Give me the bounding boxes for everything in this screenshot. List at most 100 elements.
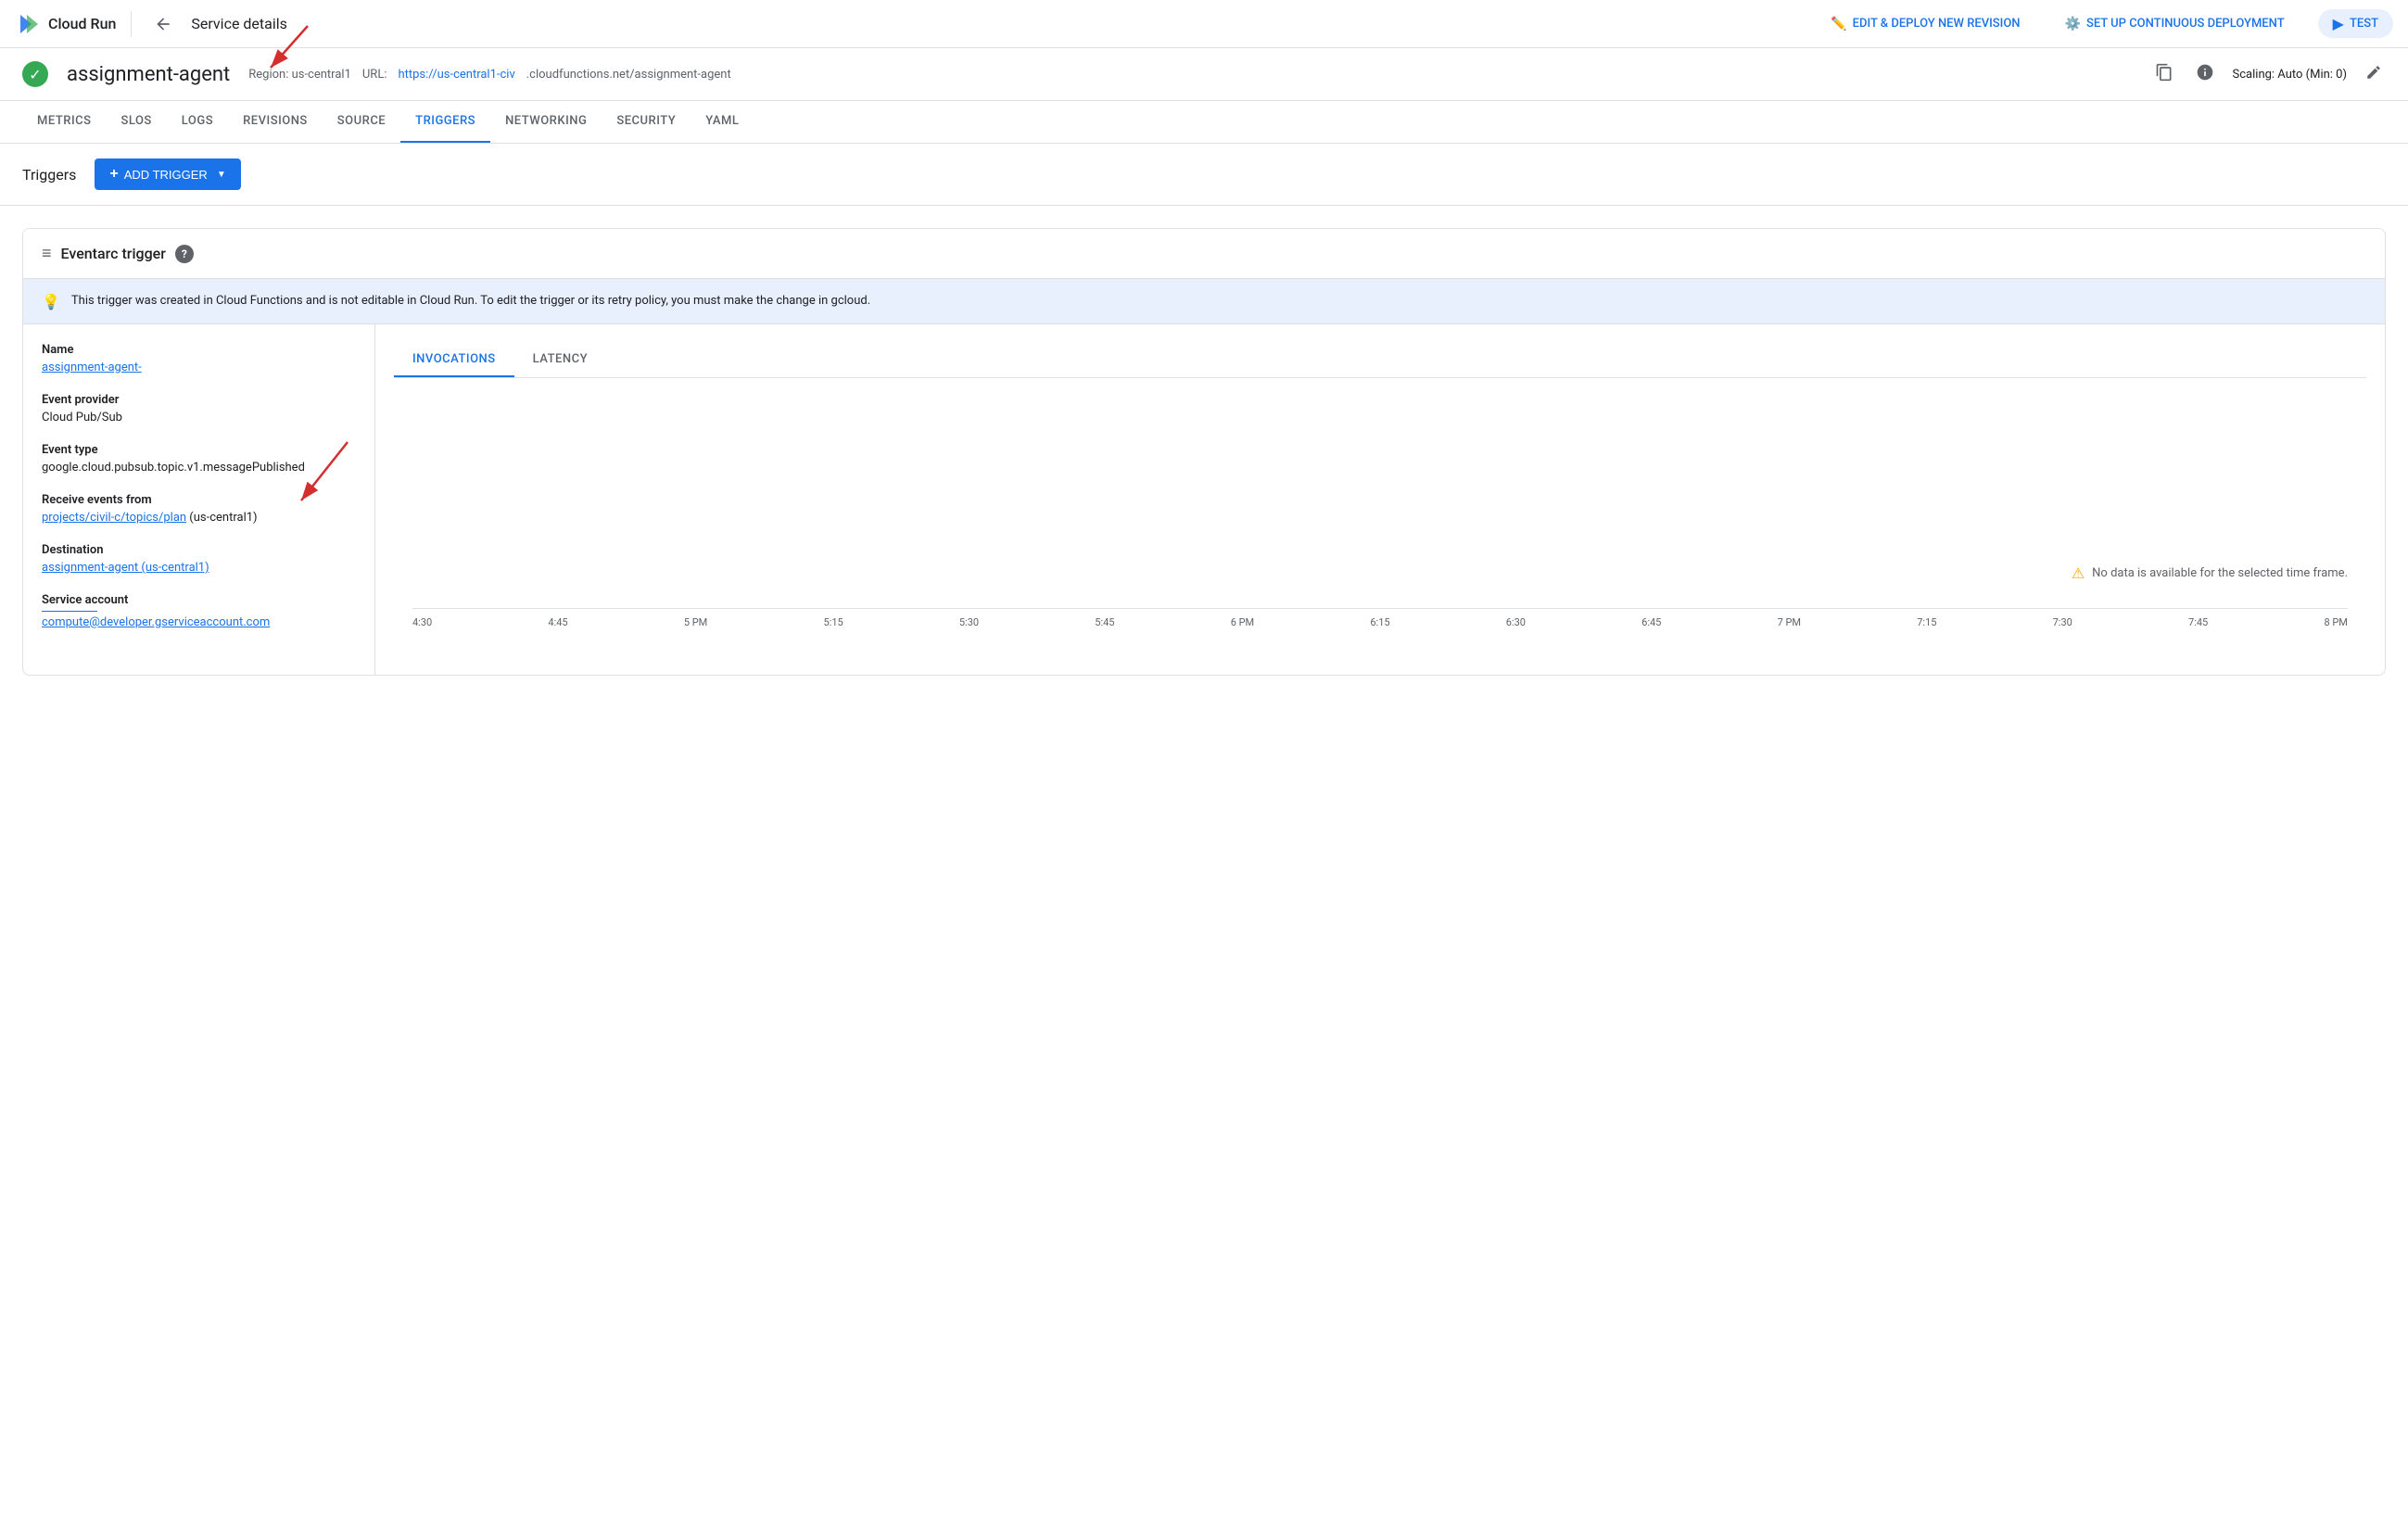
name-value[interactable]: assignment-agent- [42,361,142,374]
add-trigger-label: ADD TRIGGER [124,168,208,182]
chart-tab-latency[interactable]: LATENCY [514,343,606,377]
trigger-panel-title: Eventarc trigger [61,245,166,262]
event-provider-label: Event provider [42,393,356,407]
service-header: ✓ assignment-agent Region: us-central1 U… [0,48,2408,101]
time-label-2: 5 PM [684,616,707,628]
tab-triggers[interactable]: TRIGGERS [400,101,490,143]
info-banner: 💡 This trigger was created in Cloud Func… [23,279,2385,324]
list-format-icon: ≡ [42,244,52,263]
tab-security[interactable]: SECURITY [602,101,691,143]
tab-metrics[interactable]: METRICS [22,101,106,143]
event-provider-value: Cloud Pub/Sub [42,411,356,424]
event-type-value: google.cloud.pubsub.topic.v1.messagePubl… [42,461,356,475]
app-logo: Cloud Run [15,11,116,37]
url-suffix: .cloudfunctions.net/assignment-agent [526,68,731,82]
detail-event-type: Event type google.cloud.pubsub.topic.v1.… [42,443,356,475]
time-label-12: 7:30 [2053,616,2072,628]
time-label-11: 7:15 [1917,616,1936,628]
time-label-8: 6:30 [1506,616,1526,628]
tab-slos[interactable]: SLOS [106,101,166,143]
service-account-label: Service account [42,593,356,607]
destination-label: Destination [42,543,356,557]
receive-events-label: Receive events from [42,493,356,507]
destination-value[interactable]: assignment-agent (us-central1) [42,561,209,575]
time-label-4: 5:30 [959,616,979,628]
nav-divider [131,11,132,37]
time-label-13: 7:45 [2188,616,2208,628]
chart-tab-invocations[interactable]: INVOCATIONS [394,343,514,377]
test-button[interactable]: ▶ TEST [2318,9,2393,38]
continuous-deploy-button[interactable]: ⚙️ SET UP CONTINUOUS DEPLOYMENT [2054,9,2296,39]
plus-icon: + [109,166,118,183]
receive-events-value: projects/civil-c/topics/plan (us-central… [42,511,356,525]
eventarc-trigger-panel: ≡ Eventarc trigger ? 💡 This trigger was … [22,228,2386,676]
trigger-details: Name assignment-agent- Event provider Cl… [23,324,375,675]
tab-yaml[interactable]: YAML [691,101,754,143]
service-url[interactable]: https://us-central1-civ [398,68,514,82]
detail-name: Name assignment-agent- [42,343,356,374]
service-account-value[interactable]: compute@developer.gserviceaccount.com [42,615,270,629]
receive-events-suffix: (us-central1) [186,511,258,525]
header-actions: Scaling: Auto (Min: 0) [2151,59,2386,89]
chart-x-axis: 4:30 4:45 5 PM 5:15 5:30 5:45 6 PM 6:15 … [412,608,2348,628]
detail-event-provider: Event provider Cloud Pub/Sub [42,393,356,424]
bulb-icon: 💡 [42,293,60,310]
edit-scaling-icon[interactable] [2362,60,2386,88]
region-label: Region: us-central1 [248,68,351,82]
time-label-9: 6:45 [1641,616,1661,628]
triggers-section-title: Triggers [22,166,76,184]
name-label: Name [42,343,356,357]
scaling-label: Scaling: Auto (Min: 0) [2233,68,2347,82]
time-label-6: 6 PM [1231,616,1254,628]
info-banner-text: This trigger was created in Cloud Functi… [71,292,870,310]
chart-area: INVOCATIONS LATENCY ⚠ No data is availab… [375,324,2385,675]
service-name: assignment-agent [67,63,230,86]
dropdown-chevron-icon: ▼ [217,170,226,180]
test-label: TEST [2350,17,2378,31]
trigger-panel-header: ≡ Eventarc trigger ? [23,229,2385,279]
trigger-content: Name assignment-agent- Event provider Cl… [23,324,2385,675]
tab-networking[interactable]: NETWORKING [490,101,602,143]
time-label-5: 5:45 [1095,616,1114,628]
topics-link[interactable]: /topics/plan [120,511,186,525]
chart-canvas: ⚠ No data is available for the selected … [394,397,2366,656]
url-label: URL: [362,68,387,82]
detail-receive-events: Receive events from projects/civil-c/top… [42,493,356,525]
detail-destination: Destination assignment-agent (us-central… [42,543,356,575]
time-label-3: 5:15 [823,616,843,628]
time-label-10: 7 PM [1778,616,1801,628]
tab-logs[interactable]: LOGS [167,101,228,143]
app-name: Cloud Run [48,15,116,32]
status-icon: ✓ [22,61,48,87]
tab-revisions[interactable]: REVISIONS [228,101,323,143]
warning-triangle-icon: ⚠ [2072,564,2085,582]
info-icon[interactable] [2192,59,2218,89]
time-label-14: 8 PM [2324,616,2347,628]
play-icon: ▶ [2333,15,2344,32]
cloud-run-logo-icon [15,11,41,37]
top-navigation: Cloud Run Service details ✏️ EDIT & DEPL… [0,0,2408,48]
time-label-7: 6:15 [1370,616,1389,628]
no-data-message: ⚠ No data is available for the selected … [2072,564,2348,582]
add-trigger-button[interactable]: + ADD TRIGGER ▼ [95,158,240,190]
help-icon[interactable]: ? [175,245,194,263]
chart-tabs: INVOCATIONS LATENCY [394,343,2366,378]
detail-service-account: Service account compute@developer.gservi… [42,593,356,629]
time-label-1: 4:45 [548,616,567,628]
service-meta: Region: us-central1 URL: https://us-cent… [248,68,730,82]
triggers-header: Triggers + ADD TRIGGER ▼ [0,144,2408,206]
page-title: Service details [191,15,287,32]
copy-icon[interactable] [2151,59,2177,89]
time-label-0: 4:30 [412,616,432,628]
nav-actions: ✏️ EDIT & DEPLOY NEW REVISION ⚙️ SET UP … [1819,9,2393,39]
receive-events-link[interactable]: projects/civil-c [42,511,120,525]
tab-source[interactable]: SOURCE [323,101,400,143]
edit-deploy-label: EDIT & DEPLOY NEW REVISION [1853,17,2021,31]
event-type-label: Event type [42,443,356,457]
edit-deploy-button[interactable]: ✏️ EDIT & DEPLOY NEW REVISION [1819,9,2031,39]
tabs-bar: METRICS SLOS LOGS REVISIONS SOURCE TRIGG… [0,101,2408,144]
back-button[interactable] [146,7,180,41]
service-account-underline [42,611,97,612]
no-data-text: No data is available for the selected ti… [2092,566,2348,580]
gear-icon: ⚙️ [2065,17,2081,32]
